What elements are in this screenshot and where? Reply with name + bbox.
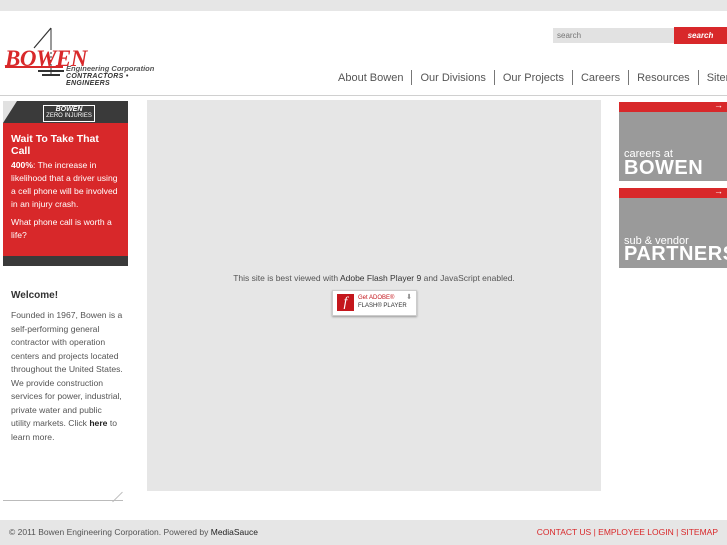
top-strip (0, 0, 727, 11)
nav-item-careers[interactable]: Careers (573, 72, 628, 84)
arrow-right-icon: → (714, 100, 723, 110)
flash-message-start: This site is best viewed with (233, 273, 340, 283)
flash-icon: f (337, 294, 354, 311)
flash-player-name: Adobe Flash Player 9 (339, 273, 422, 283)
nav-item-divisions[interactable]: Our Divisions (412, 72, 493, 84)
zero-injuries-badge: BOWEN ZERO INJURIES (43, 105, 95, 122)
banner-topbar (619, 102, 727, 112)
safety-title: Wait To Take That Call (11, 133, 99, 157)
badge-brand: BOWEN (55, 106, 83, 113)
safety-promo[interactable]: BOWEN ZERO INJURIES Wait To Take That Ca… (3, 101, 128, 266)
bowen-logo[interactable]: BOWEN Engineering Corporation CONTRACTOR… (4, 26, 164, 88)
logo-tagline: Engineering Corporation (66, 64, 155, 73)
footer-links: CONTACT US | EMPLOYEE LOGIN | SITEMAP (537, 527, 718, 537)
careers-banner-big: BOWEN (624, 157, 704, 179)
nav-item-about[interactable]: About Bowen (330, 72, 411, 84)
flash-message-end: and JavaScript enabled. (421, 273, 515, 283)
sitemap-link[interactable]: SITEMAP (681, 527, 718, 537)
flash-message: This site is best viewed with Adobe Flas… (147, 273, 601, 283)
search-button[interactable]: search (674, 27, 727, 44)
welcome-section: Welcome! Founded in 1967, Bowen is a sel… (3, 253, 128, 444)
flash-content-area: This site is best viewed with Adobe Flas… (147, 100, 601, 491)
get-adobe-label: Get ADOBE® (358, 295, 395, 301)
mediasauce-link[interactable]: MediaSauce (211, 527, 258, 537)
download-arrow-icon: ⬇ (406, 294, 412, 301)
banner-topbar (619, 188, 727, 198)
nav-item-sitemap[interactable]: Sitemap (699, 72, 727, 84)
footer-separator: | (673, 527, 681, 537)
main-nav: About Bowen Our Divisions Our Projects C… (330, 70, 727, 85)
nav-item-projects[interactable]: Our Projects (495, 72, 572, 84)
badge-text: ZERO INJURIES (46, 113, 92, 119)
partners-banner[interactable]: → sub & vendor PARTNERS (619, 186, 727, 268)
safety-body: 400%: The increase in likelihood that a … (11, 159, 122, 211)
welcome-divider (3, 500, 123, 501)
welcome-heading: Welcome! (11, 290, 59, 301)
footer: © 2011 Bowen Engineering Corporation. Po… (0, 520, 727, 545)
careers-banner[interactable]: → careers at BOWEN (619, 100, 727, 181)
welcome-link[interactable]: here (89, 418, 107, 428)
safety-stat: 400% (11, 160, 33, 170)
welcome-text: Founded in 1967, Bowen is a self-perform… (11, 309, 123, 444)
safety-header: BOWEN ZERO INJURIES (3, 101, 128, 123)
copyright: © 2011 Bowen Engineering Corporation. Po… (9, 527, 211, 537)
nav-divider-line (0, 95, 727, 96)
safety-question: What phone call is worth a life? (11, 217, 112, 240)
header-corner (3, 101, 17, 123)
copyright-text: © 2011 Bowen Engineering Corporation. Po… (9, 527, 258, 537)
get-flash-player-button[interactable]: f Get ADOBE® FLASH® PLAYER ⬇ (332, 290, 417, 316)
arrow-right-icon: → (714, 186, 723, 196)
contact-us-link[interactable]: CONTACT US (537, 527, 591, 537)
employee-login-link[interactable]: EMPLOYEE LOGIN (598, 527, 674, 537)
flash-player-label: FLASH® PLAYER (358, 303, 407, 309)
partners-banner-big: PARTNERS (624, 243, 727, 265)
logo-subtagline: CONTRACTORS • ENGINEERS (66, 73, 129, 87)
nav-item-resources[interactable]: Resources (629, 72, 698, 84)
search-input[interactable] (553, 28, 675, 43)
welcome-body: Founded in 1967, Bowen is a self-perform… (11, 310, 123, 428)
